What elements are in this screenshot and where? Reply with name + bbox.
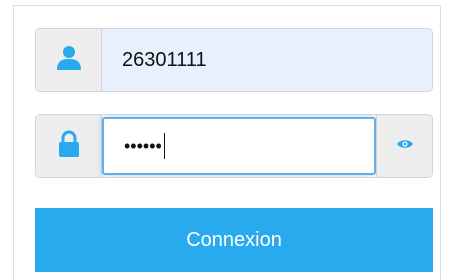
password-mask: •••••• (124, 136, 162, 156)
username-addon (36, 29, 102, 91)
username-group: 26301111 (35, 28, 433, 92)
password-group: •••••• (35, 114, 433, 178)
password-addon (36, 115, 102, 177)
text-caret (163, 133, 165, 159)
toggle-password-visibility[interactable] (376, 115, 432, 177)
password-input[interactable]: •••••• (102, 117, 376, 175)
eye-icon[interactable] (396, 137, 414, 155)
lock-icon (58, 130, 80, 163)
user-icon (56, 45, 82, 76)
login-button[interactable]: Connexion (35, 208, 433, 272)
username-input[interactable]: 26301111 (102, 29, 432, 91)
